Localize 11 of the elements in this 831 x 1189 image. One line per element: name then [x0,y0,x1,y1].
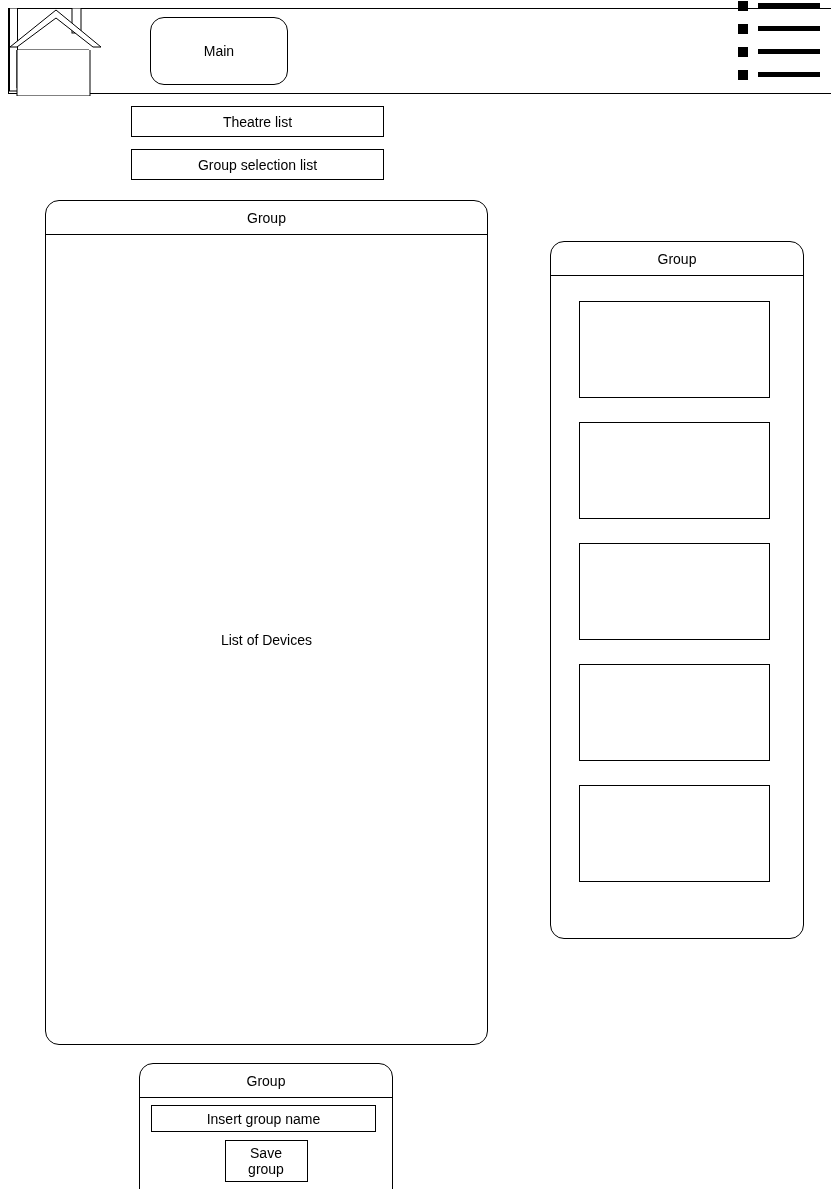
main-button[interactable]: Main [150,17,288,85]
panel-title: Group [246,1072,286,1089]
panel-title: Group [247,209,286,226]
group-name-field[interactable]: Insert group name [151,1105,376,1132]
menu-icon[interactable] [738,1,820,83]
home-icon[interactable] [9,8,101,96]
dropdown-button[interactable]: Group selection list [131,149,384,180]
dropdown-button[interactable]: Theatre list [131,106,384,137]
panel-title: Group [657,250,697,267]
save-button[interactable]: Save group [224,1140,308,1182]
device-list-label: List of Devices [220,631,312,648]
